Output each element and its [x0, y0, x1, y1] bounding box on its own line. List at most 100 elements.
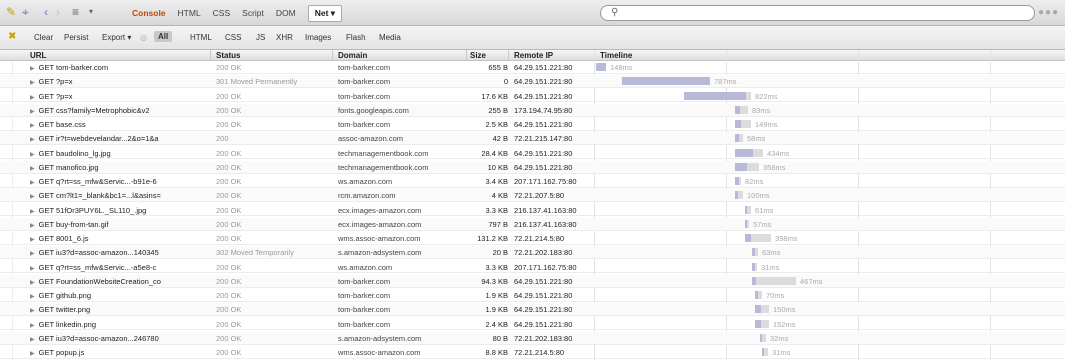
clear-button[interactable]: Clear: [34, 33, 53, 42]
expand-triangle-icon[interactable]: ▶: [30, 66, 35, 72]
table-row[interactable]: ▶ GET base.css 200 OK tom-barker.com 2.5 KB 6…: [0, 118, 1065, 131]
expand-triangle-icon[interactable]: ▶: [30, 152, 35, 158]
url-cell[interactable]: ▶ GET baudolino_lg.jpg: [30, 149, 206, 158]
table-row[interactable]: ▶ GET cm?lt1=_blank&bc1=...l&asins= 200 OK…: [0, 189, 1065, 203]
filter-all[interactable]: All: [154, 31, 173, 42]
table-row[interactable]: ▶ GET iu3?d=assoc-amazon...140345 302 Move…: [0, 246, 1065, 260]
expand-triangle-icon[interactable]: ▶: [30, 80, 35, 86]
table-row[interactable]: ▶ GET 8001_6.js 200 OK wms.assoc-amazon.com…: [0, 232, 1065, 245]
export-info-icon[interactable]: ◎: [140, 33, 147, 42]
table-row[interactable]: ▶ GET q?rt=ss_mfw&Servic...-b91e-6 200 OK w…: [0, 175, 1065, 188]
expand-triangle-icon[interactable]: ▶: [30, 123, 35, 129]
table-row[interactable]: ▶ GET twitter.png 200 OK tom-barker.com 1.9 …: [0, 303, 1065, 317]
remote-ip-cell: 64.29.151.221:80: [514, 77, 573, 87]
menu-icon[interactable]: ≡: [72, 5, 79, 19]
export-button[interactable]: Export ▾: [102, 33, 131, 42]
size-cell: 1.9 KB: [485, 305, 508, 315]
url-cell[interactable]: ▶ GET css?family=Metrophobic&v2: [30, 106, 206, 115]
url-cell[interactable]: ▶ GET 51fOr3PUY6L._SL110_.jpg: [30, 206, 206, 215]
tab-css[interactable]: CSS: [213, 8, 230, 18]
table-row[interactable]: ▶ GET linkedin.png 200 OK tom-barker.com 2.4…: [0, 318, 1065, 331]
inspect-icon[interactable]: ⌖: [22, 5, 29, 19]
expand-triangle-icon[interactable]: ▶: [30, 237, 35, 243]
column-size[interactable]: Size: [470, 51, 486, 60]
request-url: GET css?family=Metrophobic&v2: [38, 105, 150, 115]
url-cell[interactable]: ▶ GET q?rt=ss_mfw&Servic...-b91e-6: [30, 177, 206, 186]
clear-icon[interactable]: ✖: [8, 31, 16, 42]
url-cell[interactable]: ▶ GET tom-barker.com: [30, 63, 206, 72]
dropdown-arrow-icon[interactable]: ▾: [89, 5, 93, 19]
expand-triangle-icon[interactable]: ▶: [30, 351, 35, 357]
forward-icon[interactable]: ›: [56, 5, 60, 19]
url-cell[interactable]: ▶ GET q?rt=ss_mfw&Servic...-a5e8-c: [30, 263, 206, 272]
url-cell[interactable]: ▶ GET linkedin.png: [30, 320, 206, 329]
table-row[interactable]: ▶ GET github.png 200 OK tom-barker.com 1.9 K…: [0, 289, 1065, 302]
table-row[interactable]: ▶ GET ir?t=webdevelandar...2&o=1&a 200 asso…: [0, 132, 1065, 146]
expand-triangle-icon[interactable]: ▶: [30, 180, 35, 186]
table-row[interactable]: ▶ GET ?p=x 301 Moved Permanently tom-barker…: [0, 75, 1065, 89]
url-cell[interactable]: ▶ GET iu3?d=assoc-amazon...140345: [30, 248, 206, 257]
back-icon[interactable]: ‹: [44, 5, 48, 19]
url-cell[interactable]: ▶ GET popup.js: [30, 348, 206, 357]
url-cell[interactable]: ▶ GET base.css: [30, 120, 206, 129]
expand-triangle-icon[interactable]: ▶: [30, 337, 35, 343]
tab-net[interactable]: Net ▾: [307, 4, 343, 22]
window-buttons-icon[interactable]: ●●●: [1038, 7, 1059, 18]
column-remote-ip[interactable]: Remote IP: [514, 51, 553, 60]
persist-button[interactable]: Persist: [64, 33, 88, 42]
filter-images[interactable]: Images: [305, 33, 331, 42]
column-timeline[interactable]: Timeline: [600, 51, 632, 60]
url-cell[interactable]: ▶ GET FoundationWebsiteCreation_co: [30, 277, 206, 286]
expand-triangle-icon[interactable]: ▶: [30, 308, 35, 314]
expand-triangle-icon[interactable]: ▶: [30, 251, 35, 257]
url-cell[interactable]: ▶ GET twitter.png: [30, 305, 206, 314]
expand-triangle-icon[interactable]: ▶: [30, 223, 35, 229]
filter-html[interactable]: HTML: [190, 33, 212, 42]
url-cell[interactable]: ▶ GET cm?lt1=_blank&bc1=...l&asins=: [30, 191, 206, 200]
table-row[interactable]: ▶ GET baudolino_lg.jpg 200 OK techmanagemen…: [0, 147, 1065, 160]
url-cell[interactable]: ▶ GET github.png: [30, 291, 206, 300]
url-cell[interactable]: ▶ GET manofico.jpg: [30, 163, 206, 172]
table-row[interactable]: ▶ GET FoundationWebsiteCreation_co 200 OK t…: [0, 274, 1065, 288]
expand-triangle-icon[interactable]: ▶: [30, 209, 35, 215]
tab-html[interactable]: HTML: [178, 8, 201, 18]
expand-triangle-icon[interactable]: ▶: [30, 166, 35, 172]
filter-css[interactable]: CSS: [225, 33, 241, 42]
table-row[interactable]: ▶ GET q?rt=ss_mfw&Servic...-a5e8-c 200 OK w…: [0, 261, 1065, 274]
url-cell[interactable]: ▶ GET ir?t=webdevelandar...2&o=1&a: [30, 134, 206, 143]
filter-js[interactable]: JS: [256, 33, 265, 42]
table-row[interactable]: ▶ GET popup.js 200 OK wms.assoc-amazon.com 8…: [0, 346, 1065, 359]
expand-triangle-icon[interactable]: ▶: [30, 266, 35, 272]
filter-flash[interactable]: Flash: [346, 33, 366, 42]
timeline-duration: 398ms: [775, 234, 798, 243]
table-row[interactable]: ▶ GET tom-barker.com 200 OK tom-barker.com 6…: [0, 61, 1065, 74]
column-url[interactable]: URL: [30, 51, 46, 60]
tab-script[interactable]: Script: [242, 8, 264, 18]
table-row[interactable]: ▶ GET buy-from-tan.gif 200 OK ecx.images-am…: [0, 217, 1065, 231]
table-row[interactable]: ▶ GET css?family=Metrophobic&v2 200 OK font…: [0, 103, 1065, 117]
table-row[interactable]: ▶ GET manofico.jpg 200 OK techmanagementboo…: [0, 160, 1065, 174]
expand-triangle-icon[interactable]: ▶: [30, 194, 35, 200]
table-row[interactable]: ▶ GET iu3?d=assoc-amazon...246780 200 OK s.…: [0, 331, 1065, 345]
url-cell[interactable]: ▶ GET 8001_6.js: [30, 234, 206, 243]
table-row[interactable]: ▶ GET ?p=x 200 OK tom-barker.com 17.6 KB 64.2…: [0, 90, 1065, 103]
url-cell[interactable]: ▶ GET ?p=x: [30, 77, 206, 86]
tab-dom[interactable]: DOM: [276, 8, 296, 18]
expand-triangle-icon[interactable]: ▶: [30, 137, 35, 143]
url-cell[interactable]: ▶ GET ?p=x: [30, 92, 206, 101]
table-row[interactable]: ▶ GET 51fOr3PUY6L._SL110_.jpg 200 OK ecx.im…: [0, 204, 1065, 217]
expand-triangle-icon[interactable]: ▶: [30, 95, 35, 101]
filter-xhr[interactable]: XHR: [276, 33, 293, 42]
expand-triangle-icon[interactable]: ▶: [30, 280, 35, 286]
firebug-icon[interactable]: ✎: [6, 5, 16, 19]
url-cell[interactable]: ▶ GET buy-from-tan.gif: [30, 220, 206, 229]
tab-console[interactable]: Console: [132, 8, 166, 18]
expand-triangle-icon[interactable]: ▶: [30, 109, 35, 115]
expand-triangle-icon[interactable]: ▶: [30, 294, 35, 300]
search-input[interactable]: ⚲: [600, 5, 1035, 21]
expand-triangle-icon[interactable]: ▶: [30, 323, 35, 329]
filter-media[interactable]: Media: [379, 33, 401, 42]
url-cell[interactable]: ▶ GET iu3?d=assoc-amazon...246780: [30, 334, 206, 343]
column-status[interactable]: Status: [216, 51, 240, 60]
column-domain[interactable]: Domain: [338, 51, 367, 60]
